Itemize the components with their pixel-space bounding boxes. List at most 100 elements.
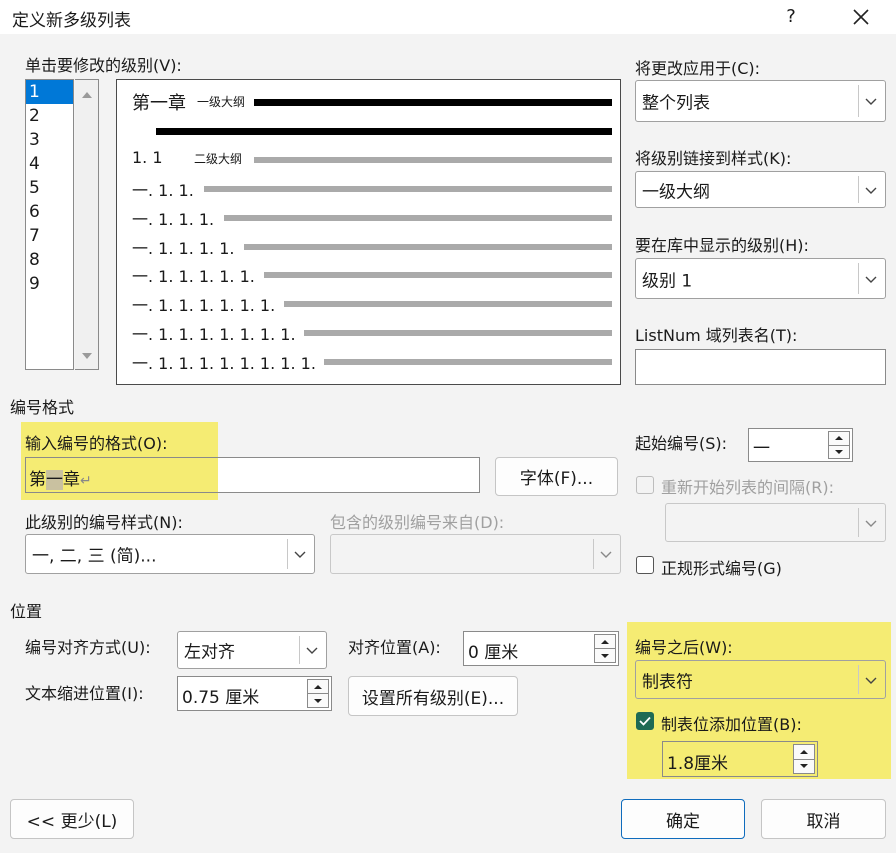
format-input[interactable]: 第一章↵ [25,457,480,493]
link-style-value: 一级大纲 [642,182,710,202]
spin-up-icon[interactable] [793,744,815,760]
include-level-select[interactable] [330,534,621,574]
level-list-item[interactable]: 4 [26,152,73,176]
level-list[interactable]: 123456789 [25,79,74,370]
help-button[interactable]: ? [776,4,806,30]
aligned-at-spinner[interactable] [594,634,616,663]
preview-level-number: 一. 1. 1. 1. 1. 1. 1. [132,296,276,316]
preview-level1-style: 一级大纲 [197,95,246,109]
less-button[interactable]: << 更少(L) [10,799,134,839]
listnum-label: ListNum 域列表名(T): [635,326,798,345]
chevron-down-icon[interactable] [858,85,882,117]
preview-level-number: 一. 1. 1. 1. 1. [132,238,235,258]
aligned-at-input[interactable]: 0 厘米 [463,631,619,666]
text-indent-value: 0.75 厘米 [182,688,260,708]
format-prefix: 第 [29,470,46,490]
preview-level-number: 一. 1. 1. 1. [132,209,215,229]
chevron-down-icon[interactable] [299,636,323,664]
chevron-down-icon[interactable] [858,176,882,203]
preview-bar [254,157,612,163]
chevron-down-icon[interactable] [858,263,882,294]
spin-up-icon[interactable] [307,679,329,694]
preview-bar [304,330,612,336]
start-at-label: 起始编号(S): [635,434,728,453]
follow-number-label: 编号之后(W): [635,638,733,657]
level-list-item[interactable]: 3 [26,128,73,152]
chevron-down-icon[interactable] [858,665,882,694]
level-list-item[interactable]: 2 [26,104,73,128]
scroll-down-icon[interactable] [76,349,98,363]
level-list-item[interactable]: 6 [26,200,73,224]
preview-pane: 第一章 一级大纲 1. 1 二级大纲 一. 1. 1. 一. 1. 1. 1. 一.… [116,79,621,385]
start-at-input[interactable]: 一 [748,428,853,462]
text-indent-spinner[interactable] [307,679,329,708]
level-list-label: 单击要修改的级别(V): [25,56,182,75]
checkmark-icon [639,716,651,726]
spin-down-icon[interactable] [793,759,815,774]
gallery-level-label: 要在库中显示的级别(H): [635,236,809,255]
preview-level-number: 一. 1. 1. [132,181,194,200]
ok-button[interactable]: 确定 [621,799,745,839]
format-text: 第一章↵ [29,465,92,490]
close-icon [853,9,869,25]
text-indent-label: 文本缩进位置(I): [25,684,144,703]
number-align-select[interactable]: 左对齐 [177,631,327,669]
preview-bar [284,301,612,308]
preview-bar [224,214,612,221]
number-format-section-title: 编号格式 [10,398,75,417]
restart-select[interactable] [665,503,886,542]
tab-stop-value: 1.8厘米 [667,754,729,774]
level-list-item[interactable]: 8 [26,248,73,272]
follow-number-select[interactable]: 制表符 [635,660,886,699]
level-list-item[interactable]: 7 [26,224,73,248]
level-list-item[interactable]: 5 [26,176,73,200]
legal-style-checkbox[interactable] [636,556,654,574]
font-button[interactable]: 字体(F)... [495,457,618,496]
number-style-label: 此级别的编号样式(N): [25,513,183,532]
preview-level2-style: 二级大纲 [194,152,243,166]
start-at-value: 一 [753,439,770,459]
cancel-button[interactable]: 取消 [761,799,886,839]
spin-up-icon[interactable] [594,634,616,649]
chevron-down-icon[interactable] [858,508,882,537]
tab-stop-checkbox[interactable] [636,712,654,730]
number-align-value: 左对齐 [184,642,235,663]
close-button[interactable] [843,3,879,31]
gallery-level-value: 级别 1 [642,271,693,291]
start-at-spinner[interactable] [828,431,850,459]
aligned-at-label: 对齐位置(A): [348,638,441,657]
spin-down-icon[interactable] [594,649,616,663]
preview-level1-number: 第一章 [132,93,186,114]
format-number-field[interactable]: 一 [46,470,63,490]
scroll-up-icon[interactable] [76,88,98,102]
text-indent-input[interactable]: 0.75 厘米 [177,676,332,711]
format-label: 输入编号的格式(O): [25,434,168,453]
set-all-levels-button[interactable]: 设置所有级别(E)... [348,676,518,716]
listnum-input[interactable] [635,349,886,385]
tab-stop-input[interactable]: 1.8厘米 [662,741,818,777]
preview-level-number: 一. 1. 1. 1. 1. 1. 1. 1. 1. [132,353,316,373]
chevron-down-icon[interactable] [287,539,311,569]
apply-to-select[interactable]: 整个列表 [635,80,886,122]
number-style-select[interactable]: 一, 二, 三 (简)... [25,534,315,574]
paragraph-mark: ↵ [80,473,92,489]
link-style-select[interactable]: 一级大纲 [635,171,886,208]
restart-checkbox[interactable] [636,476,654,494]
spin-up-icon[interactable] [828,431,850,446]
level-list-item[interactable]: 1 [26,80,73,104]
apply-to-value: 整个列表 [642,93,710,114]
include-level-label: 包含的级别编号来自(D): [330,513,505,532]
spin-down-icon[interactable] [828,445,850,459]
aligned-at-value: 0 厘米 [468,643,519,663]
chevron-down-icon[interactable] [593,539,617,569]
number-style-value: 一, 二, 三 (简)... [32,546,157,567]
tab-stop-label: 制表位添加位置(B): [661,715,802,734]
preview-level-number: 一. 1. 1. 1. 1. 1. [132,267,255,287]
level-list-scrollbar[interactable] [75,79,99,370]
restart-label: 重新开始列表的间隔(R): [661,478,834,497]
spin-down-icon[interactable] [307,694,329,708]
gallery-level-select[interactable]: 级别 1 [635,258,886,299]
tab-stop-spinner[interactable] [793,744,815,774]
level-list-item[interactable]: 9 [26,272,73,296]
apply-to-label: 将更改应用于(C): [635,59,761,78]
